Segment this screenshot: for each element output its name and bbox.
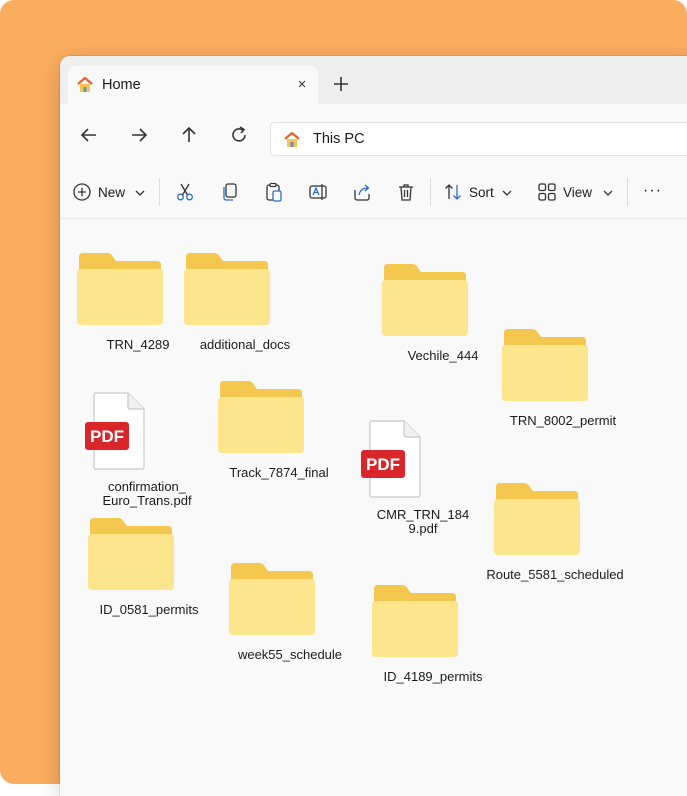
rename-button[interactable] — [308, 180, 330, 204]
copy-icon — [223, 183, 237, 201]
plus-circle-icon — [73, 183, 91, 201]
address-bar[interactable]: This PC — [270, 122, 687, 156]
file-explorer-window: Home × This PC New Sort View ··· TRN_428… — [60, 56, 687, 796]
folder-item[interactable]: ID_0581_permits — [84, 514, 214, 617]
separator — [627, 178, 628, 206]
sort-button[interactable]: Sort — [443, 180, 517, 204]
more-icon: ··· — [643, 182, 662, 199]
folder-item[interactable]: TRN_8002_permit — [498, 325, 628, 428]
folder-icon — [372, 585, 458, 657]
pdf-badge: PDF — [90, 427, 124, 446]
folder-item[interactable]: ID_4189_permits — [368, 581, 498, 684]
view-button[interactable]: View — [537, 180, 617, 204]
sort-label: Sort — [469, 185, 494, 200]
folder-icon — [77, 253, 163, 325]
copy-button[interactable] — [220, 180, 242, 204]
folder-icon — [494, 483, 580, 555]
chevron-down-icon — [502, 190, 512, 196]
grid-view-icon — [538, 183, 556, 201]
close-tab-icon[interactable]: × — [292, 75, 312, 95]
item-name: CMR_TRN_184 9.pdf — [376, 507, 470, 536]
folder-icon — [218, 381, 304, 453]
new-label: New — [98, 185, 126, 200]
refresh-icon[interactable] — [228, 124, 250, 146]
item-name: additional_docs — [199, 337, 291, 352]
trash-icon — [399, 184, 413, 201]
chevron-down-icon — [135, 190, 145, 196]
item-name: week55_schedule — [237, 647, 343, 662]
pdf-file-item[interactable]: PDF CMR_TRN_184 9.pdf — [358, 419, 488, 536]
share-button[interactable] — [352, 180, 374, 204]
scissors-icon — [177, 183, 193, 201]
folder-icon — [184, 253, 270, 325]
folder-item[interactable]: Track_7874_final — [214, 377, 344, 480]
folder-icon — [229, 563, 315, 635]
item-name: Track_7874_final — [229, 465, 329, 480]
separator — [159, 178, 160, 206]
pdf-file-icon: PDF — [85, 392, 145, 470]
folder-icon — [382, 264, 468, 336]
separator — [430, 178, 431, 206]
forward-arrow-icon[interactable] — [128, 124, 150, 146]
command-bar: New Sort View ··· — [60, 166, 687, 219]
tab-label: Home — [102, 77, 141, 93]
chevron-down-icon — [603, 190, 613, 196]
clipboard-icon — [266, 182, 282, 202]
sort-icon — [445, 184, 461, 200]
tab-home[interactable]: Home × — [68, 66, 318, 104]
share-icon — [354, 184, 370, 201]
file-list: TRN_4289 additional_docs Vechile_444 TRN… — [60, 219, 687, 796]
pdf-badge: PDF — [366, 455, 400, 474]
paste-button[interactable] — [264, 180, 286, 204]
item-name: Vechile_444 — [407, 348, 479, 363]
item-name: ID_0581_permits — [99, 602, 199, 617]
up-arrow-icon[interactable] — [178, 124, 200, 146]
back-arrow-icon[interactable] — [78, 124, 100, 146]
pdf-file-item[interactable]: PDF confirmation_ Euro_Trans.pdf — [82, 391, 212, 508]
home-icon — [284, 131, 300, 147]
new-tab-icon[interactable] — [330, 73, 352, 95]
item-name: confirmation_ Euro_Trans.pdf — [102, 479, 192, 508]
rename-icon — [309, 184, 327, 200]
item-name: Route_5581_scheduled — [486, 567, 624, 582]
folder-item[interactable]: week55_schedule — [225, 559, 355, 662]
folder-item[interactable]: Vechile_444 — [378, 260, 508, 363]
home-icon — [77, 76, 93, 92]
folder-icon — [88, 518, 174, 590]
item-name: TRN_8002_permit — [509, 413, 617, 428]
more-options-button[interactable]: ··· — [641, 180, 667, 204]
item-name: ID_4189_permits — [383, 669, 483, 684]
navigation-bar: This PC — [60, 104, 687, 166]
pdf-file-icon: PDF — [361, 420, 421, 498]
folder-item[interactable]: additional_docs — [180, 249, 310, 352]
folder-item[interactable]: Route_5581_scheduled — [486, 479, 624, 582]
folder-icon — [502, 329, 588, 401]
new-button[interactable]: New — [72, 180, 148, 204]
address-text: This PC — [313, 131, 365, 147]
cut-button[interactable] — [175, 180, 197, 204]
tab-strip: Home × — [60, 56, 687, 104]
view-label: View — [563, 185, 593, 200]
delete-button[interactable] — [396, 180, 418, 204]
